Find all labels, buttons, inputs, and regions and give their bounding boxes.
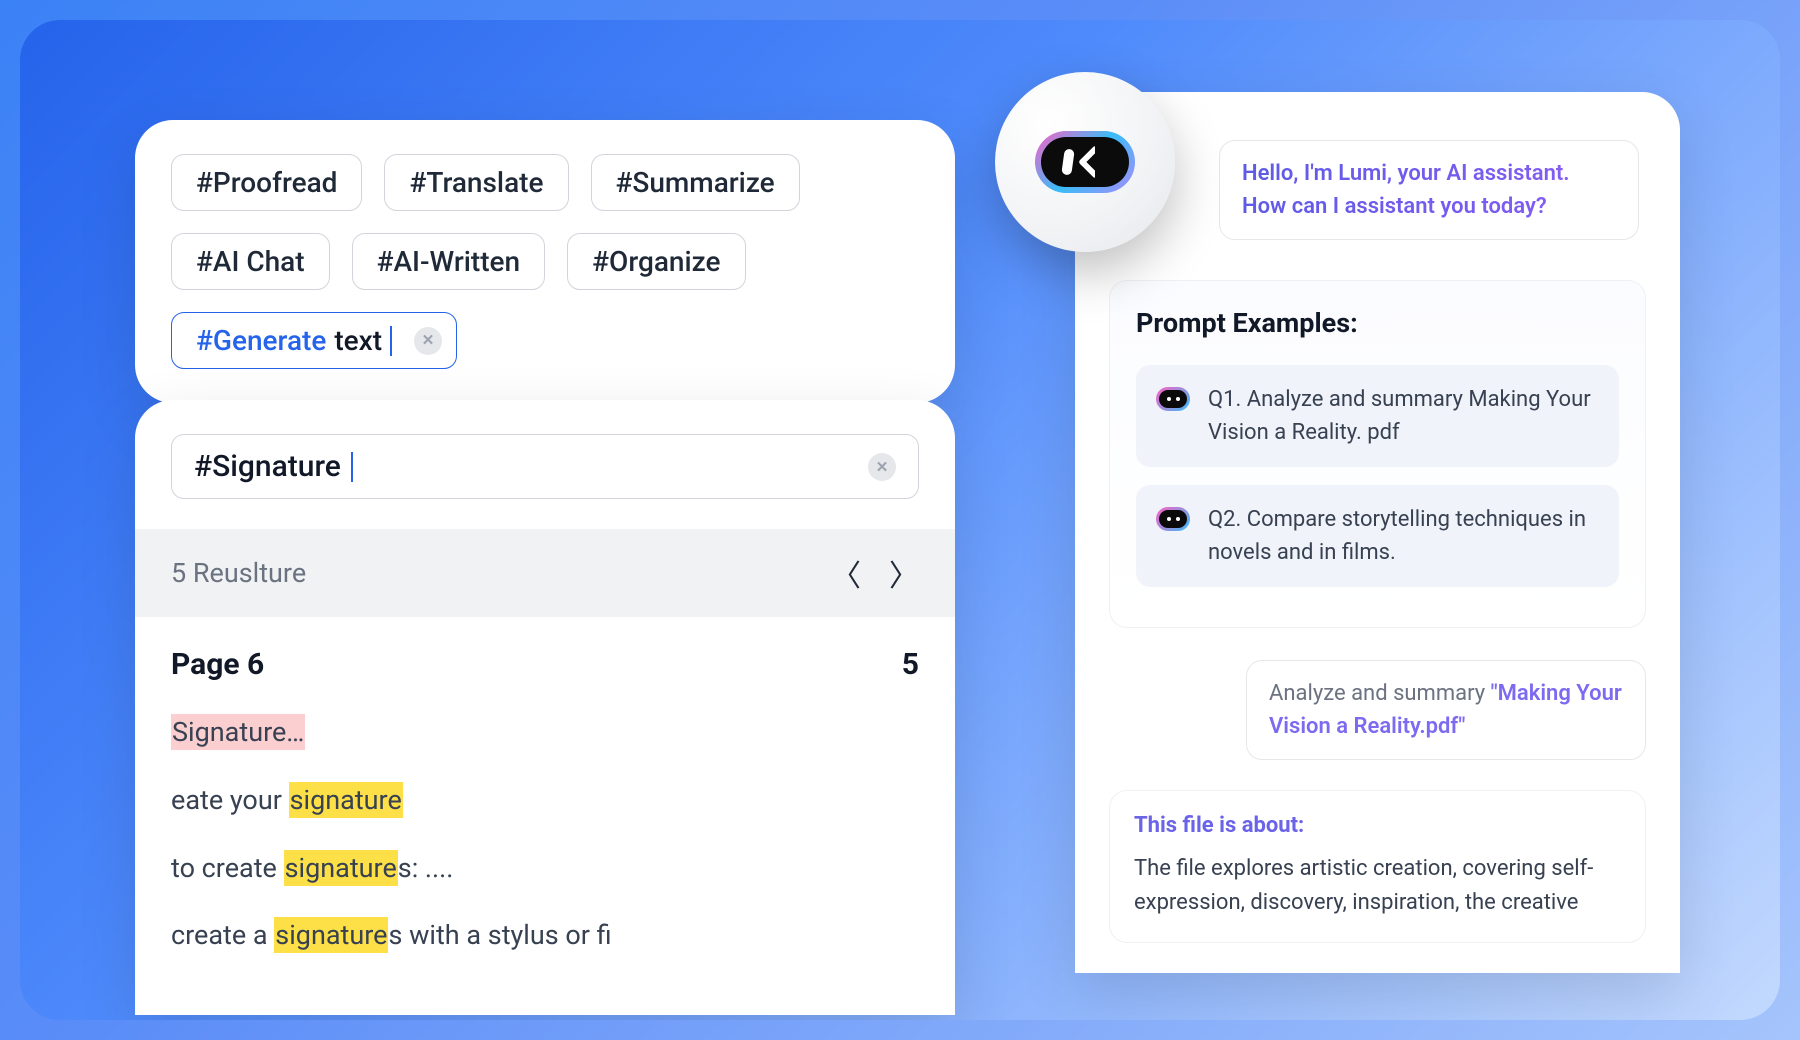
page-header: Page 6 5 bbox=[135, 617, 955, 694]
next-result-icon[interactable]: 〉 bbox=[889, 551, 919, 595]
clear-icon[interactable]: ✕ bbox=[868, 453, 896, 481]
assistant-greeting: Hello, I'm Lumi, your AI assistant. How … bbox=[1219, 140, 1639, 240]
generate-typed-text: text bbox=[334, 323, 382, 358]
tag-summarize[interactable]: #Summarize bbox=[591, 154, 800, 211]
results-count-label: 5 Reuslture bbox=[171, 557, 306, 589]
assistant-mini-icon bbox=[1156, 507, 1190, 531]
ai-chat-panel: Hello, I'm Lumi, your AI assistant. How … bbox=[1075, 92, 1680, 973]
canvas: #Proofread #Translate #Summarize #AI Cha… bbox=[20, 20, 1780, 1020]
highlight: signature bbox=[289, 782, 403, 818]
match-line[interactable]: Signature… bbox=[171, 714, 919, 752]
tag-ai-chat[interactable]: #AI Chat bbox=[171, 233, 330, 290]
match-line[interactable]: to create signatures: .... bbox=[171, 850, 919, 888]
prev-result-icon[interactable]: 〈 bbox=[831, 551, 861, 595]
examples-title: Prompt Examples: bbox=[1136, 307, 1619, 339]
highlight-active: Signature… bbox=[171, 714, 305, 750]
tag-panel: #Proofread #Translate #Summarize #AI Cha… bbox=[135, 120, 955, 403]
text-cursor bbox=[390, 326, 392, 356]
example-text: Q1. Analyze and summary Making Your Visi… bbox=[1208, 383, 1599, 449]
results-header: 5 Reuslture 〈 〉 bbox=[135, 529, 955, 617]
example-prompt[interactable]: Q1. Analyze and summary Making Your Visi… bbox=[1136, 365, 1619, 467]
tag-translate[interactable]: #Translate bbox=[384, 154, 568, 211]
highlight: signature bbox=[274, 917, 388, 953]
clear-icon[interactable]: ✕ bbox=[414, 327, 442, 355]
tag-proofread[interactable]: #Proofread bbox=[171, 154, 362, 211]
avatar-face-icon bbox=[1035, 131, 1135, 193]
match-text: create a bbox=[171, 919, 274, 951]
match-text: to create bbox=[171, 852, 284, 884]
example-prompt[interactable]: Q2. Compare storytelling techniques in n… bbox=[1136, 485, 1619, 587]
assistant-avatar[interactable] bbox=[995, 72, 1175, 252]
prompt-examples-card: Prompt Examples: Q1. Analyze and summary… bbox=[1109, 280, 1646, 628]
page-match-count: 5 bbox=[902, 647, 919, 682]
match-line[interactable]: create a signatures with a stylus or fi bbox=[171, 917, 919, 955]
page-title: Page 6 bbox=[171, 647, 264, 682]
generate-command: #Generate bbox=[196, 323, 326, 358]
match-text: s: .... bbox=[398, 852, 454, 884]
tag-organize[interactable]: #Organize bbox=[567, 233, 745, 290]
tag-ai-written[interactable]: #AI-Written bbox=[352, 233, 546, 290]
response-body: The file explores artistic creation, cov… bbox=[1134, 852, 1621, 920]
search-results-panel: #Signature ✕ 5 Reuslture 〈 〉 Page 6 5 Si… bbox=[135, 400, 955, 1015]
user-message: Analyze and summary "Making Your Vision … bbox=[1246, 660, 1646, 760]
assistant-response: This file is about: The file explores ar… bbox=[1109, 790, 1646, 943]
tag-generate-input[interactable]: #Generate text ✕ bbox=[171, 312, 457, 369]
results-nav: 〈 〉 bbox=[831, 551, 919, 595]
user-message-text: Analyze and summary bbox=[1269, 681, 1491, 706]
match-text: s with a stylus or fi bbox=[388, 919, 611, 951]
response-title: This file is about: bbox=[1134, 813, 1621, 838]
search-row: #Signature ✕ bbox=[135, 400, 955, 529]
match-text: eate your bbox=[171, 784, 289, 816]
highlight: signature bbox=[284, 850, 398, 886]
assistant-mini-icon bbox=[1156, 387, 1190, 411]
example-text: Q2. Compare storytelling techniques in n… bbox=[1208, 503, 1599, 569]
search-query-text: #Signature bbox=[194, 449, 341, 484]
match-line[interactable]: eate your signature bbox=[171, 782, 919, 820]
text-cursor bbox=[351, 452, 353, 482]
search-input[interactable]: #Signature ✕ bbox=[171, 434, 919, 499]
match-list: Signature… eate your signature to create… bbox=[135, 694, 955, 1015]
